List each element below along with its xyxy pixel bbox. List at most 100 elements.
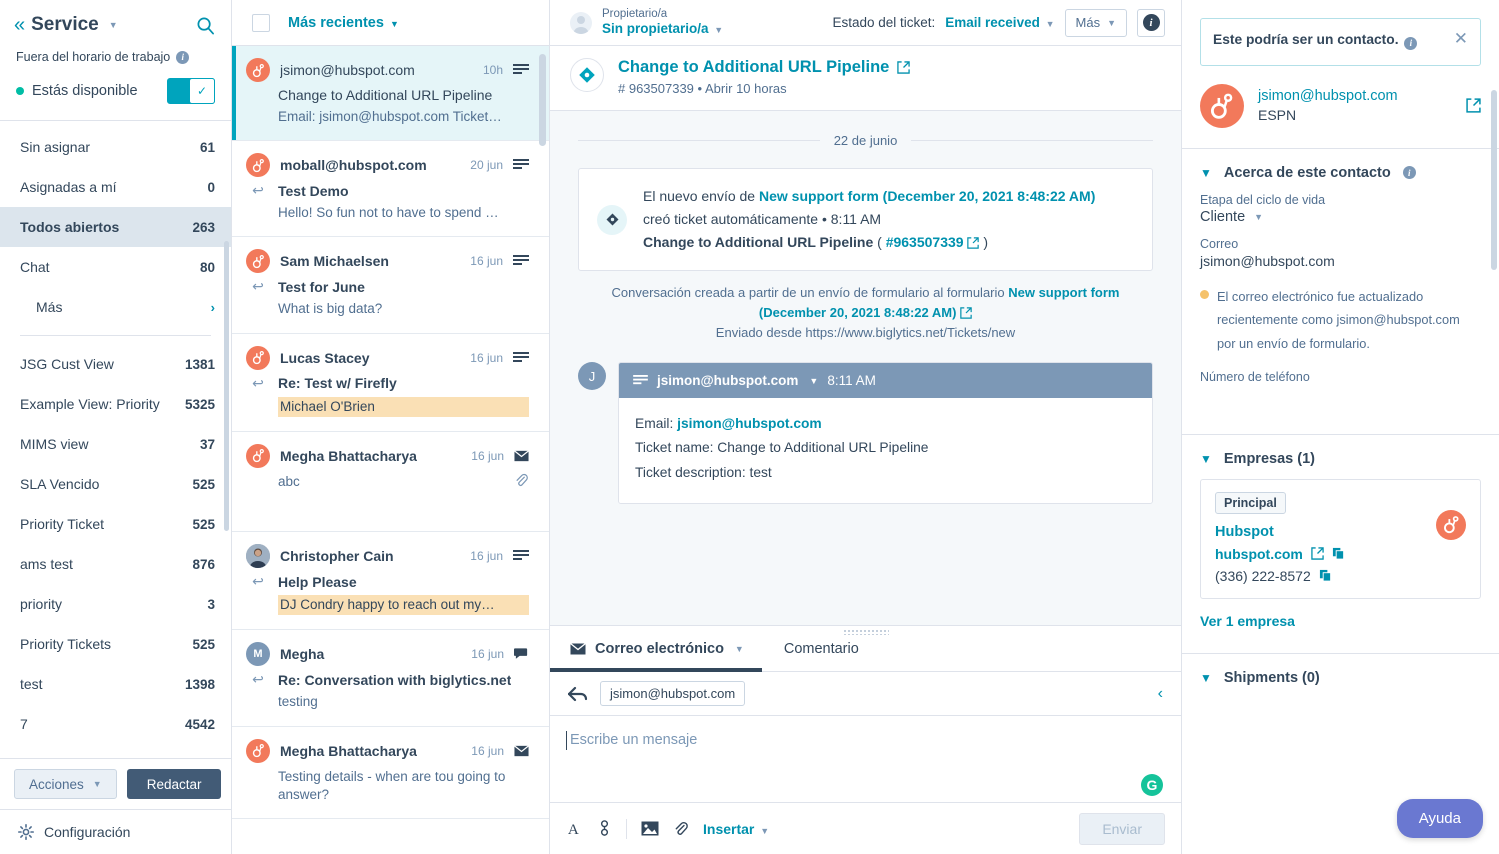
company-domain-link[interactable]: hubspot.com (1215, 546, 1303, 562)
ticket-info-button[interactable]: i (1137, 8, 1165, 37)
chevron-down-icon: ▼ (1200, 670, 1212, 685)
ticket-number-link[interactable]: #963507339 (886, 234, 964, 250)
contact-sidebar: Este podría ser un contacto. i ✕ jsimon@… (1181, 0, 1499, 854)
ticket-status-dropdown[interactable]: Email received ▼ (945, 15, 1054, 30)
system-prefix: El nuevo envío de (643, 188, 759, 204)
list-item[interactable]: Sam Michaelsen 16 jun ↩ Test for June Wh… (232, 237, 549, 334)
sidebar-item-sin-asignar[interactable]: Sin asignar 61 (0, 127, 231, 167)
info-circle-icon[interactable]: i (1404, 37, 1418, 51)
companies-section-header[interactable]: ▼ Empresas (1) (1182, 435, 1499, 479)
chevron-down-icon[interactable]: ▼ (109, 20, 118, 30)
owner-dropdown[interactable]: Sin propietario/a ▼ (602, 21, 723, 37)
compose-button[interactable]: Redactar (126, 769, 222, 799)
select-all-checkbox[interactable] (252, 13, 270, 32)
sidebar-item-priority-tickets[interactable]: Priority Tickets 525 (0, 624, 231, 664)
more-button[interactable]: Más ▼ (1064, 8, 1127, 37)
email-thread-icon (513, 64, 529, 76)
conversation-sender: Christopher Cain (280, 548, 394, 565)
chevron-left-icon[interactable]: ‹ (1158, 685, 1163, 703)
external-link-icon[interactable] (967, 237, 980, 249)
email-address-link[interactable]: jsimon@hubspot.com (677, 416, 822, 431)
about-contact-section-header[interactable]: ▼ Acerca de este contacto i (1182, 149, 1499, 193)
sidebar-item-asignadas-a-mi[interactable]: Asignadas a mí 0 (0, 167, 231, 207)
external-link-icon[interactable] (1311, 547, 1324, 560)
conversation-sender: Megha Bhattacharya (280, 742, 417, 759)
shipments-section-header[interactable]: ▼ Shipments (0) (1182, 654, 1499, 698)
sidebar-item-todos-abiertos[interactable]: Todos abiertos 263 (0, 207, 231, 247)
editor-resize-handle[interactable] (842, 629, 889, 635)
company-name-link[interactable]: Hubspot (1215, 524, 1466, 540)
app-title: Service (31, 14, 99, 35)
insert-dropdown[interactable]: Insertar ▼ (703, 821, 769, 837)
conversation-preview: testing (278, 694, 318, 710)
sidebar-item-priority-ticket[interactable]: Priority Ticket 525 (0, 504, 231, 544)
sidebar-item-priority[interactable]: priority 3 (0, 584, 231, 624)
list-item[interactable]: Megha Bhattacharya 16 jun abc (232, 432, 549, 533)
external-link-icon[interactable] (897, 61, 911, 74)
editor-toolbar: A Insertar ▼ Enviar (550, 802, 1181, 854)
list-item[interactable]: Christopher Cain 16 jun ↩ Help Please DJ… (232, 532, 549, 631)
system-event-text: El nuevo envío de New support form (Dece… (643, 185, 1095, 254)
list-item[interactable]: jsimon@hubspot.com 10h Change to Additio… (232, 46, 549, 142)
message-input-area[interactable]: Escribe un mensaje G (550, 716, 1181, 802)
sidebar-item-7[interactable]: 7 4542 (0, 704, 231, 744)
chevron-down-icon: ▼ (1254, 211, 1264, 222)
grammarly-icon[interactable]: G (1141, 774, 1163, 796)
tab-email[interactable]: Correo electrónico ▼ (550, 626, 762, 672)
email-value[interactable]: jsimon@hubspot.com (1200, 253, 1481, 269)
conversation-list-scrollbar[interactable] (539, 54, 546, 146)
conversation-header-row: Sam Michaelsen 16 jun (246, 249, 529, 274)
message-box: jsimon@hubspot.com ▼ 8:11 AM Email: jsim… (618, 362, 1153, 504)
list-item[interactable]: M Megha 16 jun ↩ Re: Conversation with b… (232, 630, 549, 727)
sidebar-item-ams-test[interactable]: ams test 876 (0, 544, 231, 584)
info-circle-icon[interactable]: i (1402, 166, 1416, 180)
recipient-chip[interactable]: jsimon@hubspot.com (600, 681, 746, 706)
external-link-icon[interactable] (1466, 98, 1481, 113)
sidebar-scrollbar[interactable] (224, 241, 229, 531)
form-submission-link[interactable]: New support form (December 20, 2021 8:48… (759, 188, 1095, 204)
sidebar-item-example-view-priority[interactable]: Example View: Priority 5325 (0, 384, 231, 424)
message-header: jsimon@hubspot.com ▼ 8:11 AM (619, 363, 1152, 399)
list-item[interactable]: Lucas Stacey 16 jun ↩ Re: Test w/ Firefl… (232, 334, 549, 432)
conversation-subject-row: ↩ Test for June (246, 278, 529, 295)
help-button[interactable]: Ayuda (1396, 799, 1483, 838)
editor-recipient-row: jsimon@hubspot.com ‹ (550, 672, 1181, 716)
link-icon[interactable] (597, 820, 612, 837)
font-format-icon[interactable]: A (566, 820, 583, 837)
settings-link[interactable]: Configuración (0, 809, 231, 854)
contact-sidebar-scrollbar[interactable] (1491, 90, 1497, 270)
sidebar-item-test[interactable]: test 1398 (0, 664, 231, 704)
copy-icon[interactable] (1319, 569, 1332, 582)
collapse-sidebar-icon[interactable]: « (14, 15, 25, 35)
actions-button[interactable]: Acciones ▼ (14, 769, 117, 799)
message-avatar: J (578, 362, 606, 391)
conversation-time: 16 jun (470, 549, 503, 564)
image-icon[interactable] (641, 821, 659, 836)
list-item[interactable]: Megha Bhattacharya 16 jun Testing detail… (232, 727, 549, 819)
attachment-icon[interactable] (673, 821, 689, 837)
sidebar-item-mims-view[interactable]: MIMS view 37 (0, 424, 231, 464)
availability-toggle[interactable]: ✓ (167, 78, 215, 104)
chevron-down-icon[interactable]: ▼ (809, 376, 818, 386)
list-item[interactable]: moball@hubspot.com 20 jun ↩ Test Demo He… (232, 141, 549, 238)
reply-arrow-icon[interactable] (568, 686, 588, 702)
send-button[interactable]: Enviar (1079, 812, 1165, 845)
search-icon[interactable] (196, 16, 215, 35)
ticket-title-link[interactable]: Change to Additional URL Pipeline (618, 58, 911, 77)
external-link-icon[interactable] (960, 307, 972, 319)
sort-dropdown[interactable]: Más recientes ▼ (288, 15, 399, 31)
lifecycle-dropdown[interactable]: Cliente ▼ (1200, 209, 1481, 225)
envelope-icon (514, 450, 529, 462)
date-separator-label: 22 de junio (833, 133, 898, 148)
sidebar-item-mas[interactable]: Más › (0, 287, 231, 327)
contact-email-link[interactable]: jsimon@hubspot.com (1258, 88, 1452, 104)
sidebar-item-sla-vencido[interactable]: SLA Vencido 525 (0, 464, 231, 504)
sidebar-item-chat[interactable]: Chat 80 (0, 247, 231, 287)
sidebar-item-jsg-cust-view[interactable]: JSG Cust View 1381 (0, 344, 231, 384)
message-sender: jsimon@hubspot.com (657, 373, 799, 389)
close-icon[interactable]: ✕ (1454, 30, 1468, 47)
view-label: priority (20, 596, 63, 612)
info-circle-icon[interactable]: i (176, 50, 190, 64)
copy-icon[interactable] (1332, 547, 1345, 560)
see-companies-link[interactable]: Ver 1 empresa (1182, 599, 1499, 645)
